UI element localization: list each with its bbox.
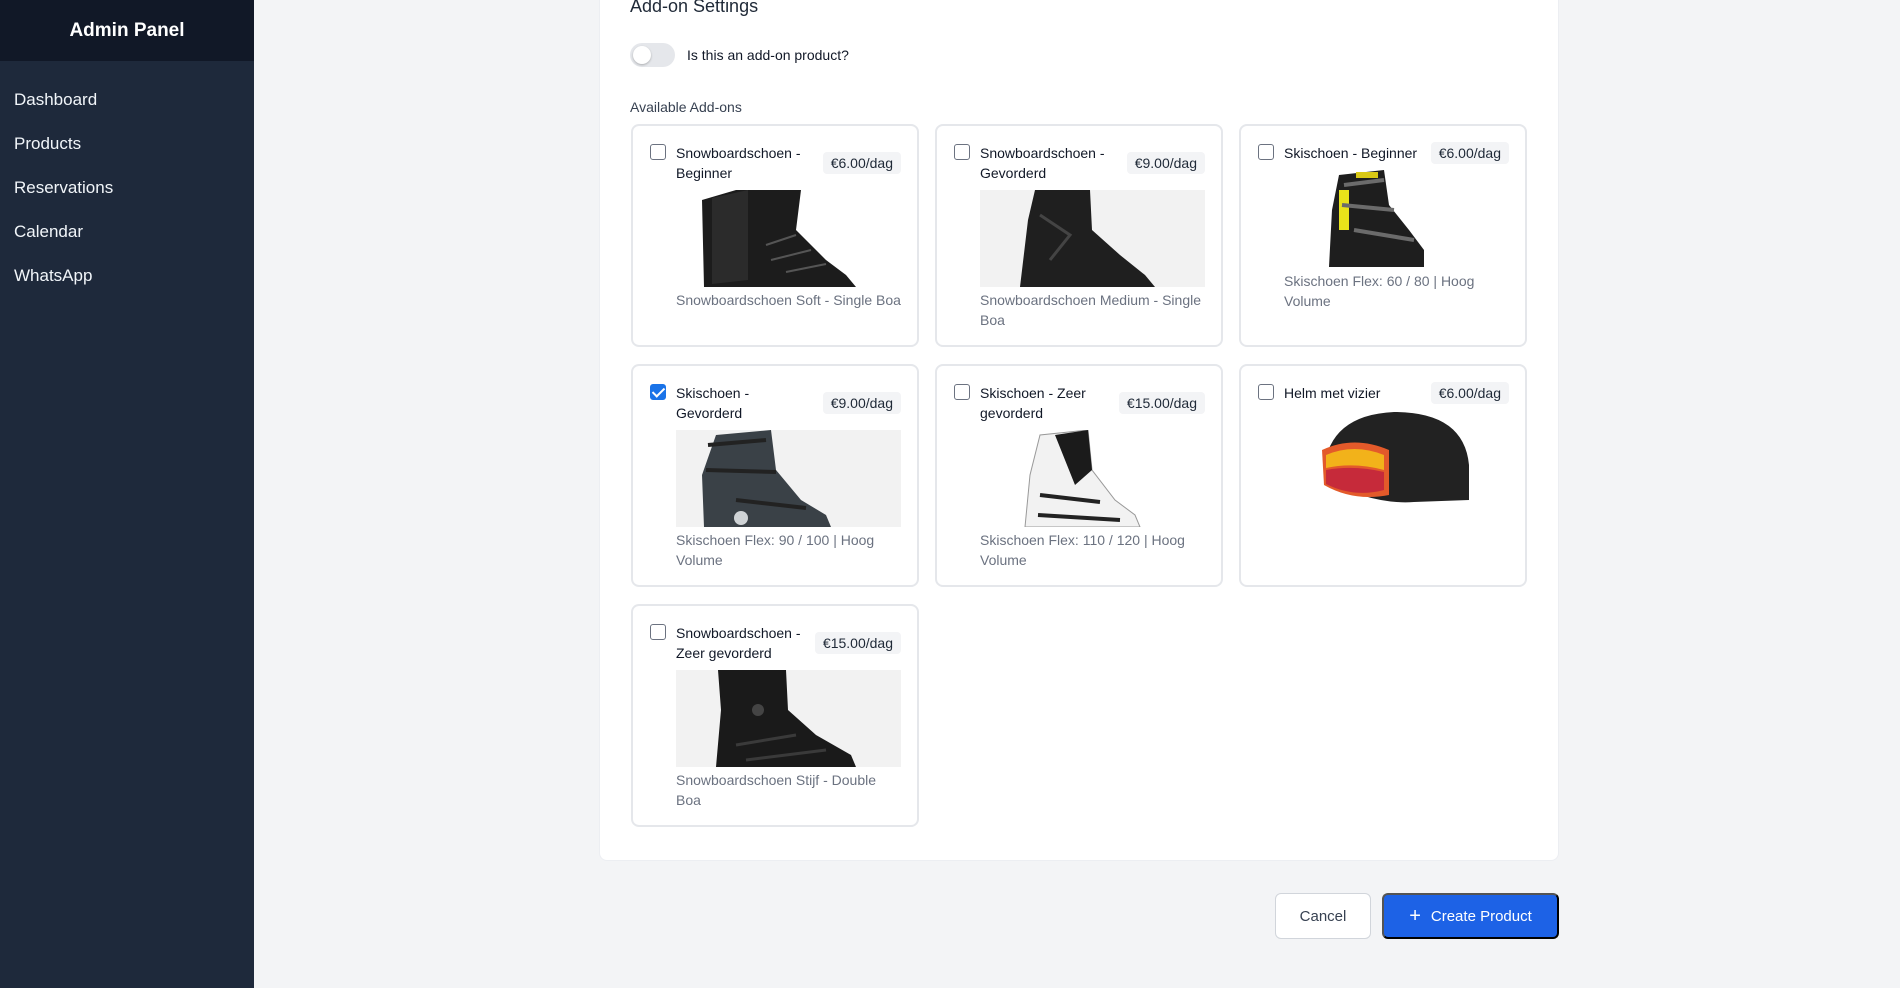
sidebar-item-whatsapp[interactable]: WhatsApp bbox=[0, 254, 254, 298]
ski-boot-image bbox=[1284, 170, 1509, 267]
addon-price: €6.00/dag bbox=[822, 152, 901, 174]
addon-card[interactable]: Skischoen - Zeer gevorderd €15.00/dag Sk… bbox=[935, 364, 1223, 587]
cancel-button[interactable]: Cancel bbox=[1275, 893, 1371, 939]
addon-checkbox[interactable] bbox=[1258, 384, 1274, 400]
addon-checkbox[interactable] bbox=[954, 144, 970, 160]
helmet-image bbox=[1284, 410, 1509, 507]
toggle-knob bbox=[633, 46, 651, 64]
plus-icon: + bbox=[1409, 905, 1421, 927]
addon-description: Snowboardschoen Soft - Single Boa bbox=[676, 292, 901, 308]
sidebar-item-calendar[interactable]: Calendar bbox=[0, 210, 254, 254]
addon-card[interactable]: Helm met vizier €6.00/dag bbox=[1239, 364, 1527, 587]
addon-card[interactable]: Skischoen - Beginner €6.00/dag Skischoen… bbox=[1239, 124, 1527, 347]
addon-price: €9.00/dag bbox=[1126, 152, 1205, 174]
sidebar-item-reservations[interactable]: Reservations bbox=[0, 166, 254, 210]
section-title: Add-on Settings bbox=[630, 0, 759, 16]
addon-description: Skischoen Flex: 90 / 100 | Hoog Volume bbox=[676, 532, 875, 568]
addon-checkbox[interactable] bbox=[650, 624, 666, 640]
sidebar: Admin Panel Dashboard Products Reservati… bbox=[0, 0, 254, 988]
addon-checkbox[interactable] bbox=[1258, 144, 1274, 160]
addon-name: Skischoen - Zeer gevorderd bbox=[980, 385, 1086, 421]
sidebar-item-dashboard[interactable]: Dashboard bbox=[0, 78, 254, 122]
addon-name: Helm met vizier bbox=[1284, 385, 1381, 401]
addon-description: Snowboardschoen Stijf - Double Boa bbox=[676, 772, 877, 808]
addon-card[interactable]: Snowboardschoen - Gevorderd €9.00/dag Sn… bbox=[935, 124, 1223, 347]
addon-description: Skischoen Flex: 60 / 80 | Hoog Volume bbox=[1284, 273, 1475, 309]
snowboard-boot-image bbox=[676, 670, 901, 767]
ski-boot-image bbox=[676, 430, 901, 527]
addon-price: €6.00/dag bbox=[1430, 382, 1509, 404]
sidebar-nav: Dashboard Products Reservations Calendar… bbox=[0, 78, 254, 298]
addon-toggle-row: Is this an add-on product? bbox=[630, 43, 849, 67]
addon-product-toggle[interactable] bbox=[630, 43, 675, 67]
addon-price: €15.00/dag bbox=[1118, 392, 1205, 414]
addon-card[interactable]: Snowboardschoen - Beginner €6.00/dag Sno… bbox=[631, 124, 919, 347]
addon-price: €9.00/dag bbox=[822, 392, 901, 414]
addon-name: Skischoen - Beginner bbox=[1284, 145, 1418, 161]
addon-description: Snowboardschoen Medium - Single Boa bbox=[980, 292, 1202, 328]
sidebar-title: Admin Panel bbox=[0, 0, 254, 61]
addon-checkbox[interactable] bbox=[650, 144, 666, 160]
addon-price: €6.00/dag bbox=[1430, 142, 1509, 164]
addon-name: Snowboardschoen - Gevorderd bbox=[980, 145, 1105, 181]
addon-name: Snowboardschoen - Beginner bbox=[676, 145, 801, 181]
available-addons-label: Available Add-ons bbox=[630, 99, 742, 115]
snowboard-boot-image bbox=[980, 190, 1205, 287]
addon-card[interactable]: Skischoen - Gevorderd €9.00/dag Skischoe… bbox=[631, 364, 919, 587]
sidebar-item-products[interactable]: Products bbox=[0, 122, 254, 166]
addon-name: Skischoen - Gevorderd bbox=[676, 385, 750, 421]
snowboard-boot-image bbox=[676, 190, 901, 287]
create-product-label: Create Product bbox=[1430, 907, 1532, 925]
toggle-label: Is this an add-on product? bbox=[687, 47, 849, 63]
create-product-button[interactable]: + Create Product bbox=[1382, 893, 1559, 939]
addon-description: Skischoen Flex: 110 / 120 | Hoog Volume bbox=[980, 532, 1185, 568]
ski-boot-image bbox=[980, 430, 1205, 527]
addon-price: €15.00/dag bbox=[814, 632, 901, 654]
addon-card[interactable]: Snowboardschoen - Zeer gevorderd €15.00/… bbox=[631, 604, 919, 827]
addon-checkbox[interactable] bbox=[954, 384, 970, 400]
addon-checkbox[interactable] bbox=[650, 384, 666, 400]
addon-name: Snowboardschoen - Zeer gevorderd bbox=[676, 625, 801, 661]
